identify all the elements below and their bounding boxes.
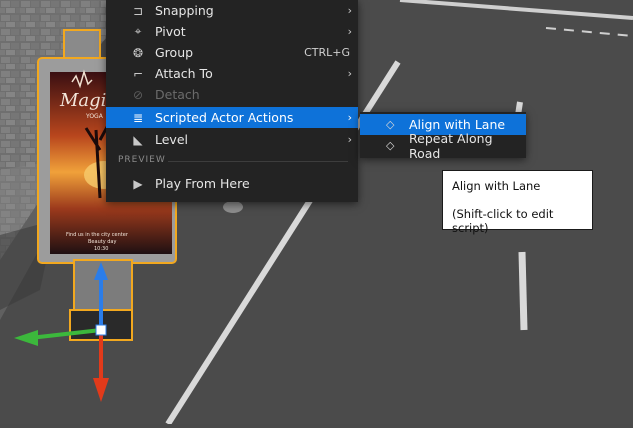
menu-item-scripted-actor-actions[interactable]: ≣ Scripted Actor Actions › (106, 107, 358, 128)
submenu-item-label: Repeat Along Road (409, 130, 493, 161)
menu-item-label: Scripted Actor Actions (155, 110, 294, 125)
detach-icon: ⊘ (132, 87, 144, 102)
menu-item-label: Pivot (155, 24, 186, 39)
tooltip-title: Align with Lane (452, 179, 541, 193)
section-header-preview: PREVIEW (118, 155, 166, 165)
play-icon: ▶ (133, 176, 143, 191)
menu-item-play-from-here[interactable]: ▶ Play From Here (106, 173, 358, 194)
level-icon: ◣ (133, 132, 143, 147)
snap-icon: ⊐ (132, 3, 144, 18)
lane-dash (518, 251, 528, 331)
tooltip-hint: (Shift-click to edit script) (452, 207, 554, 235)
submenu-item-repeat-along-road[interactable]: ◇ Repeat Along Road (360, 131, 526, 161)
action-icon: ◇ (386, 139, 395, 152)
chevron-right-icon: › (347, 67, 352, 80)
menu-item-label: Attach To (155, 66, 213, 81)
menu-item-snapping[interactable]: ⊐ Snapping › (106, 0, 358, 21)
menu-item-label: Play From Here (155, 176, 250, 191)
chevron-right-icon: › (347, 4, 352, 17)
pivot-icon: ⌖ (134, 24, 142, 38)
group-icon: ❂ (132, 45, 144, 60)
menu-item-pivot[interactable]: ⌖ Pivot › (106, 21, 358, 42)
menu-item-attach-to[interactable]: ⌐ Attach To › (106, 63, 358, 84)
chevron-right-icon: › (347, 111, 352, 124)
menu-item-level[interactable]: ◣ Level › (106, 129, 358, 150)
billboard-line: Beauty day (88, 239, 116, 245)
menu-item-label: Group (155, 45, 194, 60)
tooltip: Align with Lane (Shift-click to edit scr… (442, 170, 593, 235)
scene-prop (223, 201, 243, 213)
menu-item-label: Level (155, 132, 188, 147)
billboard-line: 10:30 (94, 246, 108, 252)
menu-item-detach: ⊘ Detach (106, 84, 358, 105)
menu-item-group[interactable]: ❂ Group CTRL+G (106, 42, 358, 63)
chevron-right-icon: › (347, 133, 352, 146)
chevron-right-icon: › (347, 25, 352, 38)
menu-item-label: Snapping (155, 3, 214, 18)
script-icon: ≣ (132, 110, 144, 125)
shortcut-label: CTRL+G (304, 46, 350, 59)
attach-icon: ⌐ (132, 66, 144, 81)
billboard-title: Magi (59, 90, 106, 111)
billboard-subtitle: YOGA (85, 113, 104, 120)
scripted-actions-submenu: ◇ Align with Lane ◇ Repeat Along Road (360, 112, 526, 161)
section-divider (168, 161, 348, 162)
action-icon: ◇ (386, 118, 395, 131)
menu-item-label: Detach (155, 87, 200, 102)
billboard-tagline: Find us in the city center (66, 232, 129, 238)
context-menu: ⊐ Snapping › ⌖ Pivot › ❂ Group CTRL+G ⌐ … (106, 0, 358, 202)
